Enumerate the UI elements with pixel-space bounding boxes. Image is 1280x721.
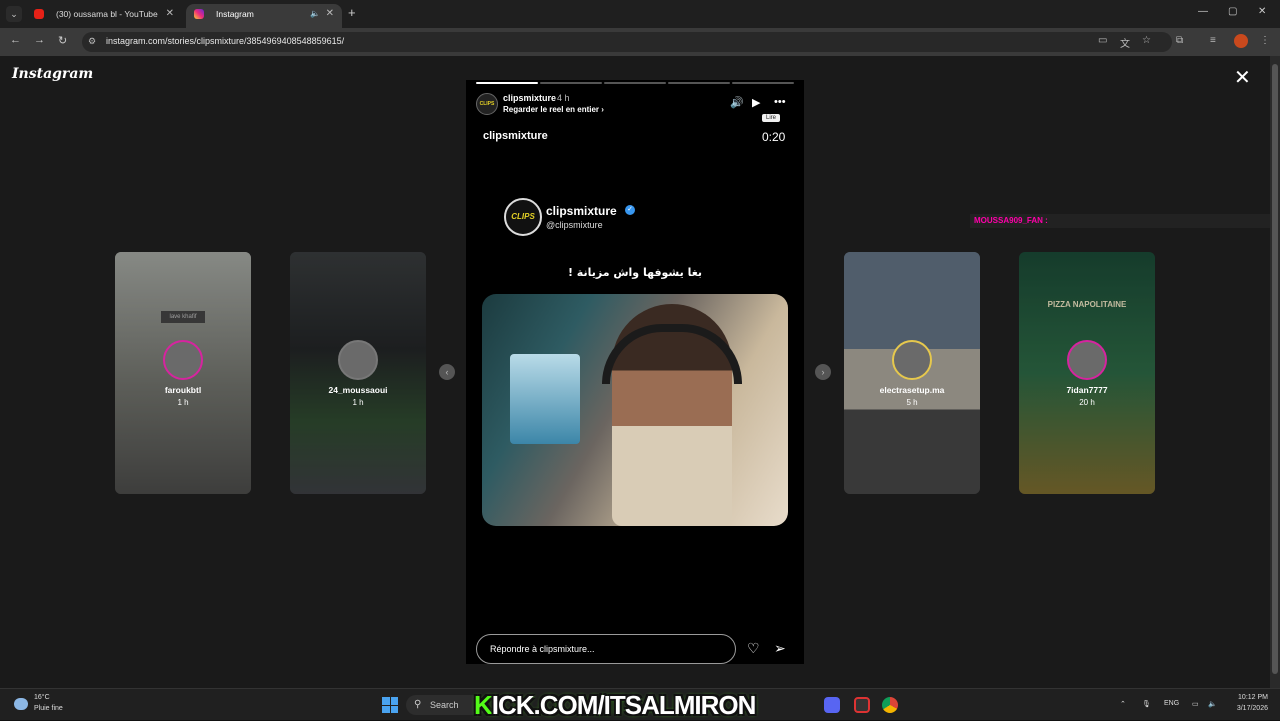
reload-icon[interactable]: ↻ (58, 34, 67, 47)
menu-dots-icon[interactable]: ⋮ (1260, 35, 1270, 46)
volume-icon[interactable]: 🔊 (730, 96, 744, 109)
tab-label: (30) oussama bl - YouTube (56, 9, 158, 19)
video-caption: بغا يشوفها واش مزيانة ! (567, 266, 703, 279)
side-story-card[interactable]: PIZZA NAPOLITAINE 7idan7777 20 h (1019, 252, 1155, 494)
avatar[interactable]: CLIPS (476, 93, 498, 115)
side-story-card[interactable]: lave khafif faroukbtl 1 h (115, 252, 251, 494)
search-icon: ⚲ (414, 699, 422, 710)
display-icon[interactable]: ▭ (1192, 700, 1199, 708)
story-username: 7idan7777 (1066, 385, 1108, 395)
active-story[interactable]: CLIPS clipsmixture 4 h Regarder le reel … (466, 80, 804, 664)
instagram-icon (194, 9, 204, 19)
progress-segment (732, 82, 794, 84)
overlay-comment: MOUSSA909_FAN : (970, 214, 1270, 228)
story-age: 4 h (557, 93, 570, 103)
watch-full-reel-link[interactable]: Regarder le reel en entier › (503, 105, 604, 114)
side-story-card[interactable]: electrasetup.ma 5 h (844, 252, 980, 494)
progress-segment (668, 82, 730, 84)
instagram-logo[interactable]: Instagram (12, 66, 93, 82)
progress-segment (604, 82, 666, 84)
story-username: 24_moussaoui (328, 385, 388, 395)
send-icon[interactable]: ➢ (774, 640, 786, 657)
instagram-stories-viewer: Instagram ✕ MOUSSA909_FAN : lave khafif … (0, 56, 1280, 688)
maximize-button[interactable]: ▢ (1228, 6, 1237, 17)
chrome-icon[interactable] (882, 697, 898, 713)
close-icon[interactable]: ✕ (326, 4, 334, 24)
chevron-up-icon[interactable]: ⌃ (1120, 700, 1126, 708)
weather-desc[interactable]: Pluie fine (34, 705, 63, 712)
close-icon[interactable]: ✕ (166, 4, 174, 24)
progress-segment (476, 82, 538, 84)
story-username: electrasetup.ma (879, 385, 945, 395)
background-monitor (510, 354, 580, 444)
more-options-icon[interactable]: ••• (774, 96, 786, 108)
install-app-icon[interactable]: ▭ (1098, 35, 1107, 46)
translate-icon[interactable]: 文 (1120, 35, 1130, 50)
channel-name: clipsmixture (546, 204, 617, 218)
video-title: clipsmixture (483, 130, 548, 142)
story-time: 1 h (352, 398, 364, 407)
chevron-left-icon[interactable]: ‹ (439, 364, 455, 380)
story-progress-bar (476, 82, 794, 84)
story-username[interactable]: clipsmixture (503, 93, 556, 103)
reply-input[interactable]: Répondre à clipsmixture... (476, 634, 736, 664)
story-time: 20 h (1079, 398, 1095, 407)
avatar (1067, 340, 1107, 380)
extensions-icon[interactable]: ⧉ (1176, 35, 1183, 46)
avatar (163, 340, 203, 380)
discord-icon[interactable] (824, 697, 840, 713)
side-story-card[interactable]: 24_moussaoui 1 h (290, 252, 426, 494)
story-username: faroukbtl (164, 385, 202, 395)
address-bar[interactable]: ⚙ instagram.com/stories/clipsmixture/385… (82, 32, 1172, 52)
forward-arrow-icon[interactable]: → (34, 34, 45, 46)
obs-icon[interactable] (854, 697, 870, 713)
tab-label: Instagram (216, 9, 254, 19)
avatar (892, 340, 932, 380)
tab-search-button[interactable]: ⌄ (6, 6, 22, 22)
scrollbar[interactable] (1270, 56, 1280, 688)
bookmark-star-icon[interactable]: ☆ (1142, 35, 1151, 46)
tooltip: Lire (762, 114, 781, 122)
youtube-icon (34, 9, 44, 19)
video-frame[interactable] (482, 294, 788, 526)
play-icon[interactable]: ▶ (752, 96, 760, 109)
story-time: 1 h (177, 398, 189, 407)
clock-time[interactable]: 10:12 PM (1228, 694, 1268, 701)
chevron-right-icon[interactable]: › (815, 364, 831, 380)
speaker-icon[interactable]: 🔈 (310, 4, 320, 24)
video-time: 0:20 (762, 130, 786, 144)
clock-date[interactable]: 3/17/2026 (1228, 705, 1268, 712)
tab-youtube[interactable]: (30) oussama bl - YouTube ✕ (26, 4, 182, 28)
weather-icon[interactable] (14, 698, 28, 710)
back-arrow-icon[interactable]: ← (10, 34, 21, 46)
tab-instagram[interactable]: Instagram 🔈 ✕ (186, 4, 342, 28)
start-button[interactable] (382, 697, 398, 713)
heart-icon[interactable]: ♡ (747, 640, 760, 657)
media-controls-icon[interactable]: ≡ (1210, 35, 1216, 46)
close-icon[interactable]: ✕ (1234, 68, 1251, 88)
windows-taskbar: 16°C Pluie fine ⚲ Search KICK.COM/ITSALM… (0, 688, 1280, 720)
new-tab-button[interactable]: + (348, 6, 356, 20)
profile-avatar[interactable] (1234, 34, 1248, 48)
browser-toolbar: ← → ↻ ⚙ instagram.com/stories/clipsmixtu… (0, 28, 1280, 56)
close-window-button[interactable]: ✕ (1258, 6, 1266, 17)
stream-overlay-text: KICK.COM/ITSALMIRON (474, 690, 756, 720)
search-label: Search (430, 700, 459, 710)
scrollbar-thumb[interactable] (1272, 64, 1278, 674)
weather-temp[interactable]: 16°C (34, 694, 50, 701)
channel-handle: @clipsmixture (546, 220, 603, 230)
microphone-icon[interactable]: 🎙 (1142, 700, 1151, 708)
browser-tab-bar: ⌄ (30) oussama bl - YouTube ✕ Instagram … (0, 0, 1280, 28)
channel-logo: CLIPS (504, 198, 542, 236)
minimize-button[interactable]: — (1198, 6, 1208, 17)
story-time: 5 h (906, 398, 918, 407)
language-indicator[interactable]: ENG (1164, 700, 1179, 707)
progress-segment (540, 82, 602, 84)
volume-icon[interactable]: 🔈 (1208, 700, 1217, 708)
verified-badge-icon: ✓ (625, 205, 635, 215)
site-info-icon[interactable]: ⚙ (88, 36, 96, 47)
url-text[interactable]: instagram.com/stories/clipsmixture/38549… (106, 36, 344, 46)
avatar (338, 340, 378, 380)
